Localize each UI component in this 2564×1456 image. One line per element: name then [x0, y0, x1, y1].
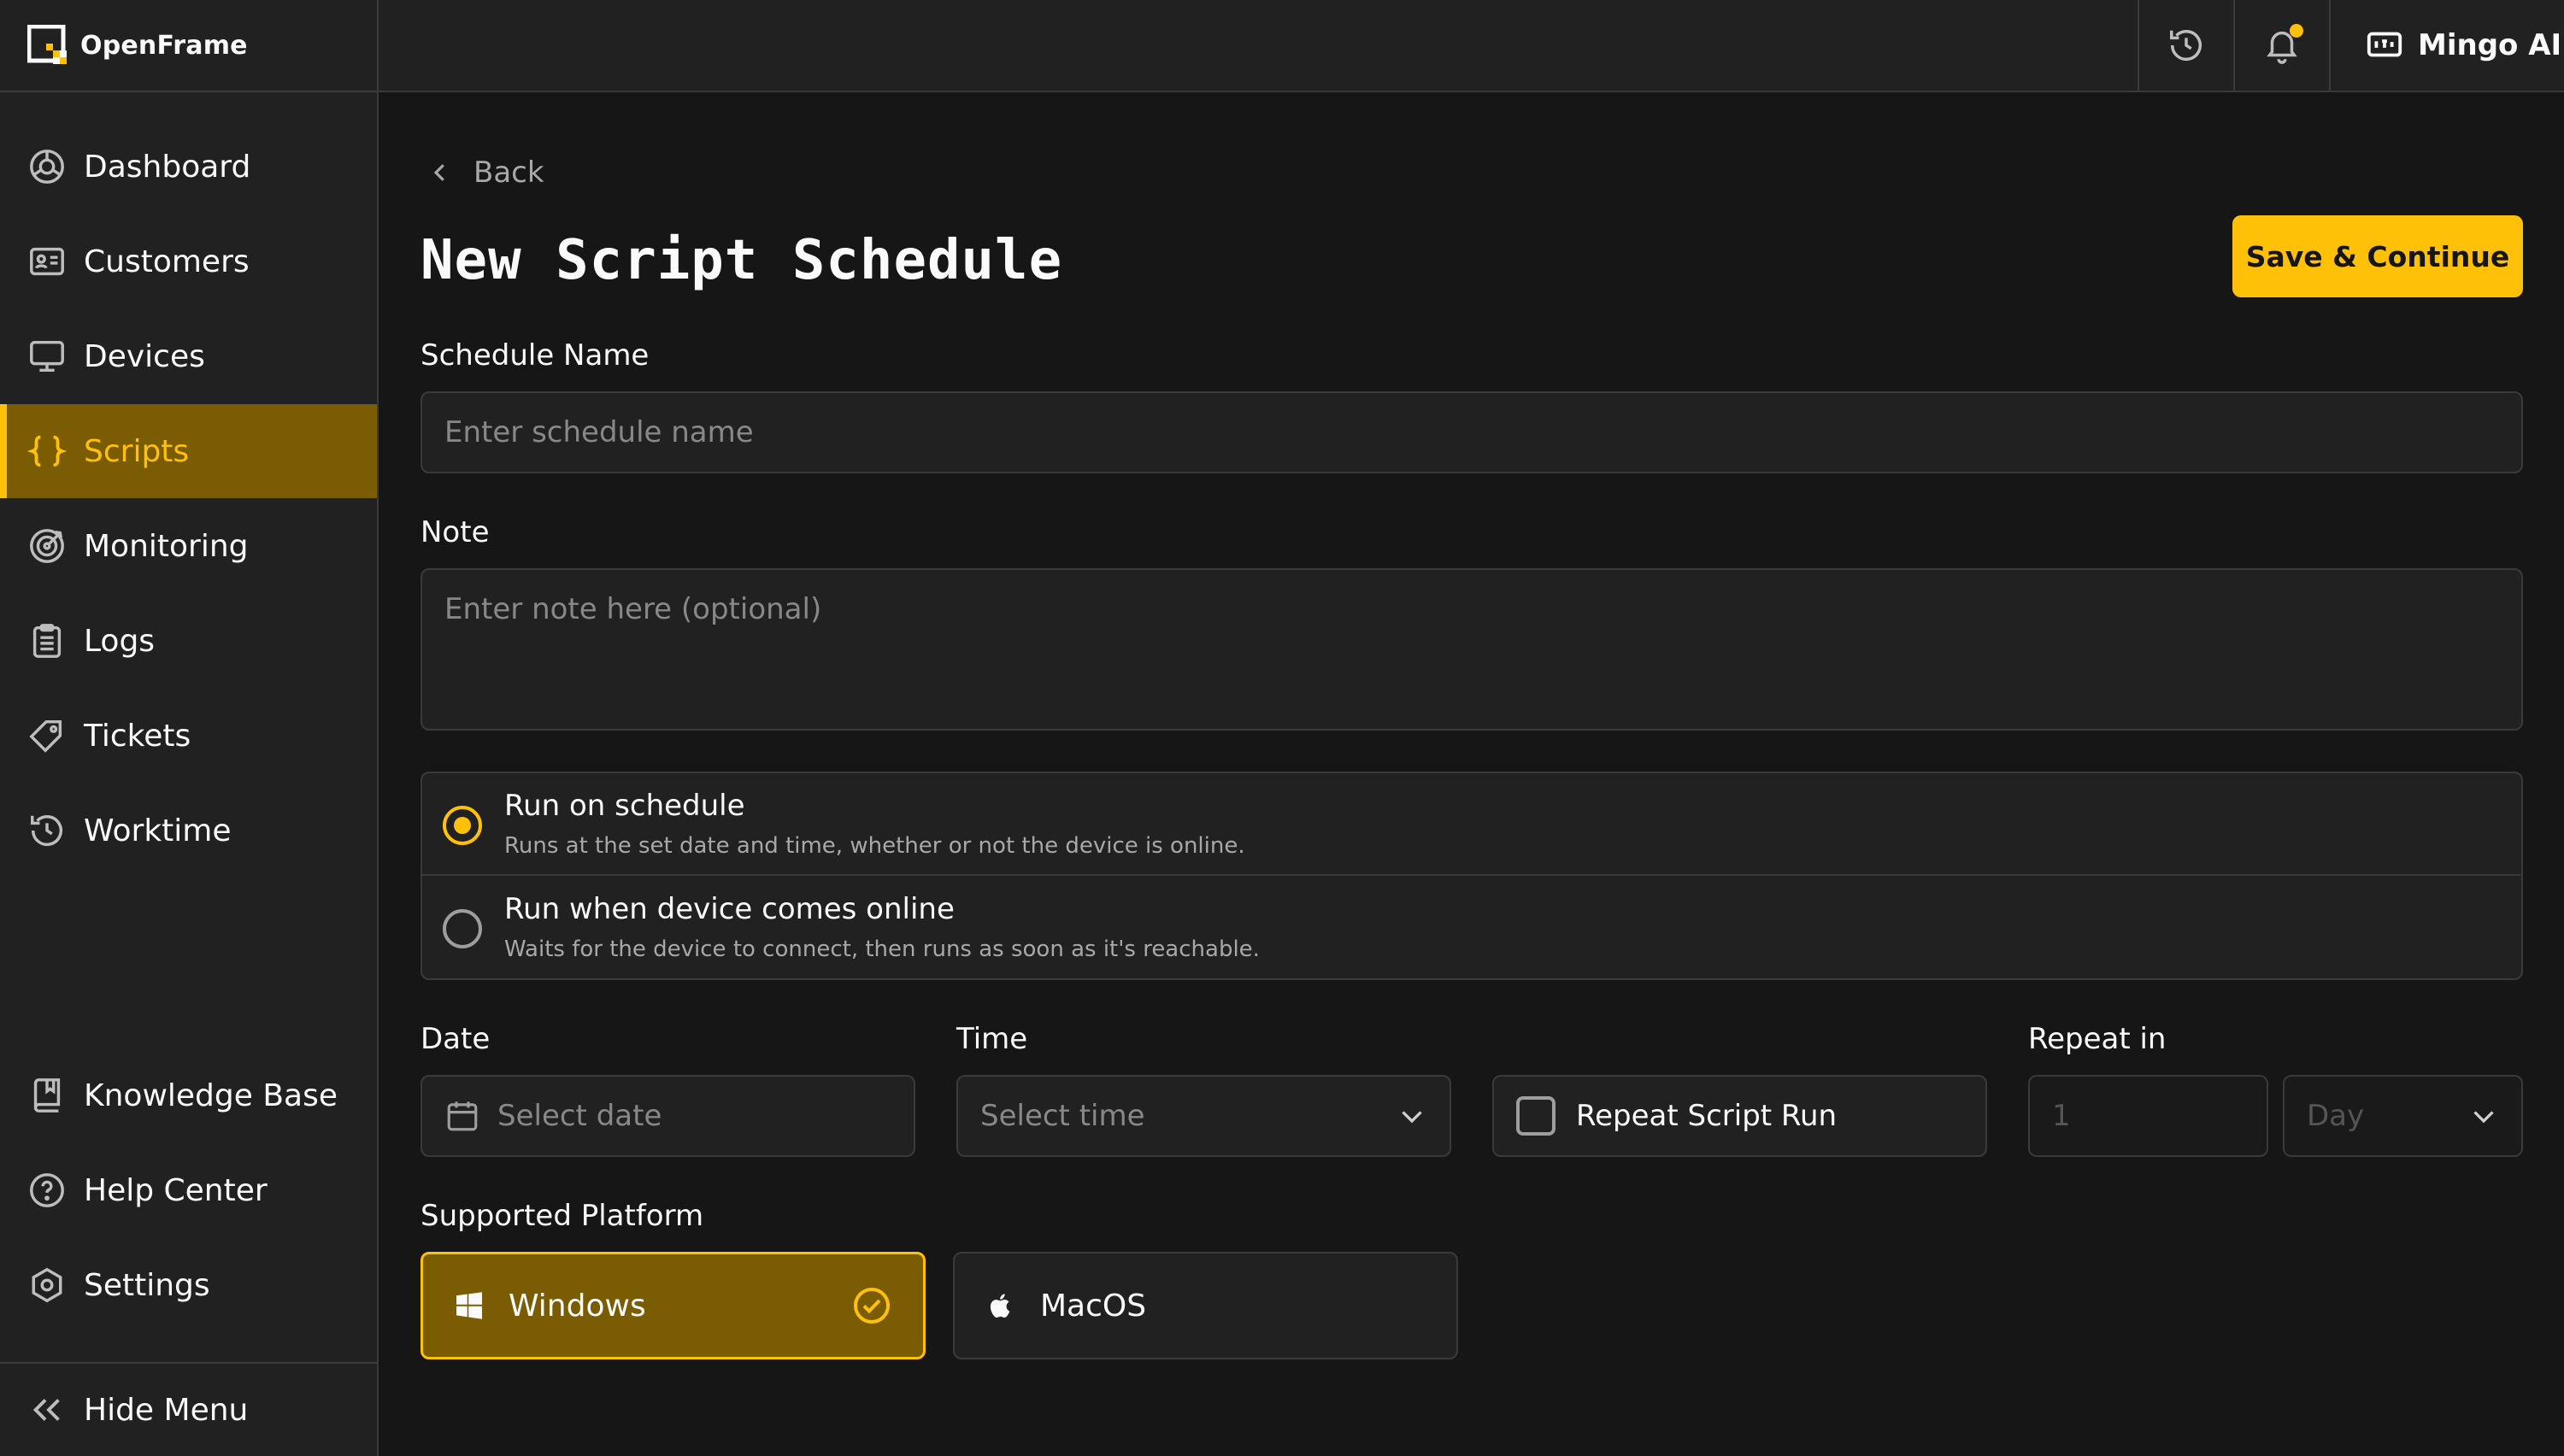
book-icon — [33, 1078, 61, 1113]
option-description: Runs at the set date and time, whether o… — [504, 833, 1245, 859]
repeat-script-run-checkbox[interactable]: Repeat Script Run — [1492, 1075, 1987, 1157]
checkbox[interactable] — [1516, 1096, 1555, 1136]
radio-button[interactable] — [443, 909, 482, 948]
run-when-online-option[interactable]: Run when device comes online Waits for t… — [422, 877, 2521, 979]
schedule-name-label: Schedule Name — [420, 338, 650, 373]
save-continue-button[interactable]: Save & Continue — [2232, 215, 2523, 297]
radio-button-checked[interactable] — [443, 806, 482, 845]
sidebar-item-knowledge-base[interactable]: Knowledge Base — [0, 1048, 377, 1142]
chevrons-left-icon — [32, 1399, 60, 1421]
sidebar: OpenFrame Dashboard Customers Devices Sc… — [0, 0, 379, 1456]
sidebar-item-customers[interactable]: Customers — [0, 214, 377, 308]
sidebar-item-logs[interactable]: Logs — [0, 594, 377, 688]
platform-option-windows[interactable]: Windows — [420, 1252, 926, 1359]
sidebar-item-label: Scripts — [84, 433, 190, 469]
id-card-icon — [30, 247, 64, 276]
platform-name: MacOS — [1040, 1288, 1147, 1324]
note-label: Note — [420, 515, 490, 549]
option-title: Run on schedule — [504, 789, 745, 823]
openframe-logo-icon — [27, 25, 67, 64]
date-placeholder: Select date — [497, 1099, 662, 1133]
windows-icon — [456, 1292, 482, 1319]
sidebar-item-worktime[interactable]: Worktime — [0, 784, 377, 878]
user-menu-button[interactable]: Mingo AI — [2329, 0, 2564, 91]
platform-option-macos[interactable]: MacOS — [953, 1252, 1458, 1359]
chevron-down-icon — [2473, 1111, 2494, 1124]
dashboard-icon — [30, 150, 64, 184]
history-button[interactable] — [2138, 0, 2233, 91]
sidebar-item-scripts[interactable]: Scripts — [0, 404, 377, 498]
sidebar-item-label: Dashboard — [84, 149, 251, 185]
back-link[interactable]: Back — [427, 156, 544, 190]
sidebar-item-label: Help Center — [84, 1172, 268, 1208]
checkbox-label: Repeat Script Run — [1576, 1099, 1838, 1133]
tag-icon — [29, 719, 62, 753]
repeat-count-placeholder: 1 — [2052, 1099, 2071, 1133]
run-mode-radio-group: Run on schedule Runs at the set date and… — [420, 772, 2523, 980]
sidebar-item-label: Worktime — [84, 813, 232, 848]
sidebar-item-label: Devices — [84, 338, 205, 374]
chevron-left-icon — [433, 164, 444, 181]
top-bar: Mingo AI — [379, 0, 2564, 92]
repeat-unit-placeholder: Day — [2307, 1099, 2365, 1133]
braces-icon — [27, 435, 67, 467]
hide-menu-section: Hide Menu — [0, 1362, 377, 1456]
sidebar-item-help-center[interactable]: Help Center — [0, 1143, 377, 1237]
target-icon — [30, 529, 64, 563]
chevron-down-icon — [1402, 1111, 1422, 1124]
platform-label: Supported Platform — [420, 1199, 704, 1233]
apple-icon — [990, 1294, 1010, 1318]
app-logo[interactable]: OpenFrame — [0, 0, 377, 92]
sidebar-item-devices[interactable]: Devices — [0, 309, 377, 403]
sidebar-item-label: Knowledge Base — [84, 1077, 338, 1113]
date-label: Date — [420, 1022, 491, 1056]
sidebar-item-label: Customers — [84, 244, 250, 279]
time-label: Time — [956, 1022, 1028, 1056]
sidebar-item-label: Tickets — [84, 718, 191, 754]
history-icon — [31, 815, 62, 847]
sidebar-item-label: Monitoring — [84, 528, 249, 564]
sidebar-item-settings[interactable]: Settings — [0, 1238, 377, 1332]
calendar-icon — [447, 1101, 478, 1131]
back-label: Back — [473, 156, 544, 190]
settings-icon — [32, 1267, 62, 1303]
monitor-icon — [30, 340, 64, 373]
clipboard-icon — [32, 624, 62, 658]
time-select[interactable]: Select time — [956, 1075, 1451, 1157]
app-name: OpenFrame — [80, 30, 248, 61]
page-title: New Script Schedule — [420, 229, 1063, 292]
ai-chat-icon — [2367, 32, 2402, 57]
schedule-name-input[interactable] — [420, 391, 2523, 473]
notifications-button[interactable] — [2233, 0, 2329, 91]
hide-menu-label: Hide Menu — [84, 1392, 249, 1428]
repeat-unit-select[interactable]: Day — [2283, 1075, 2523, 1157]
sidebar-item-monitoring[interactable]: Monitoring — [0, 499, 377, 593]
note-textarea[interactable] — [420, 568, 2523, 731]
user-name: Mingo AI — [2418, 28, 2562, 62]
notification-badge — [2290, 24, 2303, 38]
repeat-in-label: Repeat in — [2028, 1022, 2167, 1056]
help-icon — [30, 1173, 64, 1207]
platform-name: Windows — [509, 1288, 646, 1324]
check-circle-icon — [854, 1288, 890, 1324]
hide-menu-button[interactable]: Hide Menu — [0, 1364, 377, 1456]
history-icon — [2170, 30, 2202, 62]
date-picker[interactable]: Select date — [420, 1075, 915, 1157]
repeat-count-input[interactable]: 1 — [2028, 1075, 2268, 1157]
option-title: Run when device comes online — [504, 892, 955, 926]
time-placeholder: Select time — [980, 1099, 1145, 1133]
run-on-schedule-option[interactable]: Run on schedule Runs at the set date and… — [422, 773, 2521, 876]
sidebar-item-tickets[interactable]: Tickets — [0, 689, 377, 783]
sidebar-item-label: Logs — [84, 623, 156, 659]
option-description: Waits for the device to connect, then ru… — [504, 936, 1260, 962]
sidebar-item-label: Settings — [84, 1267, 210, 1303]
sidebar-item-dashboard[interactable]: Dashboard — [0, 120, 377, 214]
